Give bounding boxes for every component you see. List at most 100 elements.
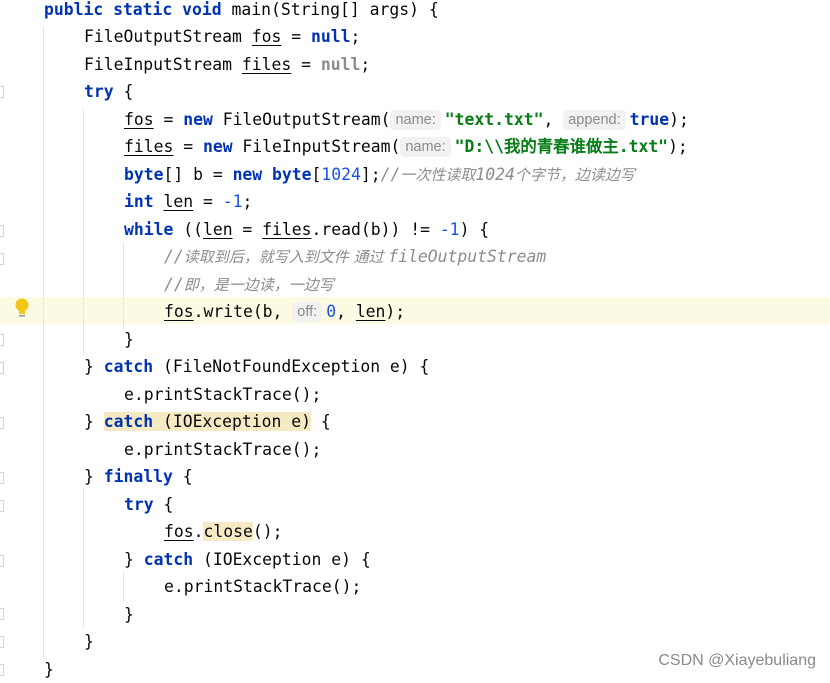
code-line-24[interactable]: } xyxy=(84,628,94,655)
comment: 即，是一边读，一边写 xyxy=(183,276,334,294)
code-line-5[interactable]: fos = new FileOutputStream(name: "text.tx… xyxy=(124,106,689,133)
code-line-25[interactable]: } xyxy=(44,656,54,683)
indent-guide xyxy=(83,488,84,628)
code-line-18[interactable]: } finally { xyxy=(84,463,193,490)
code-line-15[interactable]: e.printStackTrace(); xyxy=(124,381,321,408)
keyword: null xyxy=(320,55,361,74)
indent-guide xyxy=(43,26,44,658)
code-text: ; xyxy=(350,27,361,46)
code-line-8[interactable]: int len = -1; xyxy=(124,188,252,215)
code-line-12[interactable]: fos.write(b, off: 0, len); xyxy=(164,298,405,325)
string-literal: "text.txt" xyxy=(444,110,544,129)
number-literal: -1 xyxy=(439,220,460,239)
keyword: byte xyxy=(272,165,312,184)
fold-marker-icon[interactable] xyxy=(0,472,4,484)
code-text: e.printStackTrace(); xyxy=(164,577,362,596)
code-line-1[interactable]: public static void main(String[] args) { xyxy=(44,0,439,23)
keyword: try xyxy=(124,495,154,514)
comment: // xyxy=(164,275,184,294)
code-line-13[interactable]: } xyxy=(124,326,134,353)
code-line-11[interactable]: //即，是一边读，一边写 xyxy=(164,271,334,298)
indent-guide xyxy=(83,109,84,355)
keyword: new xyxy=(232,165,263,184)
code-line-3[interactable]: FileInputStream files = null; xyxy=(84,51,370,78)
code-text: { xyxy=(310,412,331,431)
code-text: [] b = xyxy=(163,165,233,184)
code-text: } xyxy=(84,357,104,376)
keyword: int xyxy=(124,192,154,211)
code-text: (IOException e) xyxy=(153,412,311,431)
code-line-23[interactable]: } xyxy=(124,601,134,628)
intention-bulb-icon[interactable] xyxy=(13,297,31,321)
code-text: = xyxy=(232,220,263,239)
keyword: try xyxy=(84,82,114,101)
variable: files xyxy=(124,137,174,156)
code-line-9[interactable]: while ((len = files.read(b)) != -1) { xyxy=(124,216,489,243)
fold-marker-icon[interactable] xyxy=(0,225,4,237)
parameter-hint: name: xyxy=(400,137,451,157)
fold-marker-icon[interactable] xyxy=(0,417,4,429)
keyword: true xyxy=(629,110,670,129)
code-text: = xyxy=(193,192,223,211)
code-text: main(String[] args) { xyxy=(221,0,439,19)
code-text: . xyxy=(193,522,204,541)
variable: fos xyxy=(164,522,194,541)
fold-marker-icon[interactable] xyxy=(0,86,4,98)
current-line-highlight xyxy=(0,297,830,324)
variable: len xyxy=(202,220,233,239)
code-line-20[interactable]: fos.close(); xyxy=(164,518,282,545)
code-text: ) { xyxy=(459,220,490,239)
comment: 读取到后，就写入到文件 通过 xyxy=(183,248,389,266)
code-text: , xyxy=(336,302,356,321)
comment: 一次性读取 xyxy=(400,166,476,184)
code-text: { xyxy=(172,467,193,486)
fold-marker-icon[interactable] xyxy=(0,253,4,265)
code-text: (FileNotFoundException e) { xyxy=(153,357,430,376)
code-text: ; xyxy=(360,55,371,74)
number-literal: -1 xyxy=(222,192,243,211)
fold-marker-icon[interactable] xyxy=(0,608,4,620)
code-line-22[interactable]: e.printStackTrace(); xyxy=(164,573,361,600)
code-line-6[interactable]: files = new FileInputStream(name: "D:\\我的… xyxy=(124,133,688,160)
fold-marker-icon[interactable] xyxy=(0,362,4,374)
string-literal: "D:\\我的青春谁做主.txt" xyxy=(454,137,669,156)
comment: // xyxy=(164,247,184,266)
code-line-10[interactable]: //读取到后，就写入到文件 通过 fileOutputStream xyxy=(164,243,546,270)
code-line-14[interactable]: } catch (FileNotFoundException e) { xyxy=(84,353,429,380)
variable: files xyxy=(241,55,292,74)
variable: fos xyxy=(251,27,282,46)
fold-marker-icon[interactable] xyxy=(0,555,4,567)
code-text: = xyxy=(291,55,321,74)
variable: fos xyxy=(164,302,194,321)
code-text: } xyxy=(84,412,104,431)
code-editor[interactable]: public static void main(String[] args) {… xyxy=(0,0,830,679)
fold-marker-icon[interactable] xyxy=(0,664,4,676)
code-line-21[interactable]: } catch (IOException e) { xyxy=(124,546,371,573)
parameter-hint: append: xyxy=(563,110,626,130)
type-name: FileInputStream xyxy=(84,55,242,74)
comment: 个字节，边读边写 xyxy=(514,166,635,184)
code-text: } xyxy=(84,467,104,486)
keyword: new xyxy=(183,110,213,129)
variable: files xyxy=(262,220,312,239)
keyword: catch xyxy=(143,550,194,569)
code-text: FileOutputStream( xyxy=(212,110,391,129)
code-line-7[interactable]: byte[] b = new byte[1024];//一次性读取1024个字节… xyxy=(124,161,635,188)
code-text: } xyxy=(124,550,144,569)
code-text: e.printStackTrace(); xyxy=(124,385,322,404)
fold-marker-icon[interactable] xyxy=(0,500,4,512)
code-text: [ xyxy=(311,165,322,184)
code-line-4[interactable]: try { xyxy=(84,78,133,105)
code-text: } xyxy=(124,605,134,624)
number-literal: 0 xyxy=(326,302,337,321)
fold-marker-icon[interactable] xyxy=(0,334,4,346)
fold-marker-icon[interactable] xyxy=(0,636,4,648)
comment: 1024 xyxy=(475,165,515,184)
keyword: finally xyxy=(103,467,173,486)
keyword: catch xyxy=(103,357,154,376)
code-line-16[interactable]: } catch (IOException e) { xyxy=(84,408,331,435)
code-line-19[interactable]: try { xyxy=(124,491,173,518)
code-line-17[interactable]: e.printStackTrace(); xyxy=(124,436,321,463)
code-line-2[interactable]: FileOutputStream fos = null; xyxy=(84,23,360,50)
code-text: ]; xyxy=(360,165,381,184)
